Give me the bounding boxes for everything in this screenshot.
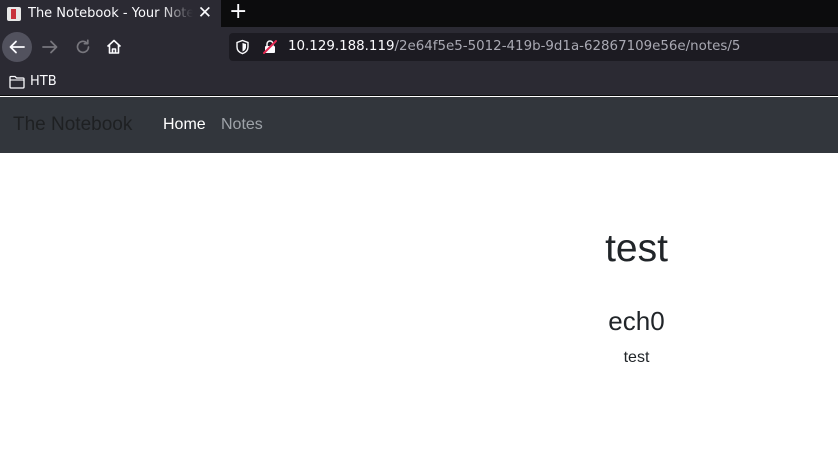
url-host: 10.129.188.119 (288, 39, 395, 54)
back-button[interactable] (2, 32, 32, 62)
browser-tab-active[interactable]: The Notebook - Your Notes ✕ (0, 0, 221, 27)
site-navbar: The Notebook Home Notes (0, 97, 838, 153)
reload-button[interactable] (68, 32, 98, 62)
url-bar[interactable]: 10.129.188.119/2e64f5e5-5012-419b-9d1a-6… (229, 33, 838, 61)
forward-arrow-icon (42, 40, 58, 54)
insecure-lock-icon[interactable] (262, 39, 278, 55)
browser-tab-strip: The Notebook - Your Notes ✕ + (0, 0, 838, 27)
home-button[interactable] (99, 32, 129, 62)
bookmark-label: HTB (30, 74, 57, 89)
notebook-favicon-icon (7, 6, 21, 21)
note-body: test (623, 349, 650, 366)
folder-icon (9, 75, 25, 89)
bookmark-folder-htb[interactable]: HTB (9, 74, 57, 89)
site-brand[interactable]: The Notebook (13, 114, 132, 136)
reload-icon (76, 39, 90, 54)
close-tab-icon[interactable]: ✕ (198, 3, 212, 23)
tracking-shield-icon[interactable] (235, 39, 250, 55)
forward-button[interactable] (35, 32, 65, 62)
new-tab-button[interactable]: + (229, 0, 247, 24)
nav-link-notes[interactable]: Notes (221, 116, 263, 134)
nav-link-home[interactable]: Home (163, 116, 206, 134)
bookmarks-toolbar: HTB (0, 67, 838, 96)
home-icon (106, 39, 122, 54)
url-path: /2e64f5e5-5012-419b-9d1a-62867109e56e/no… (394, 39, 741, 54)
note-author: ech0 (608, 306, 665, 336)
url-text[interactable]: 10.129.188.119/2e64f5e5-5012-419b-9d1a-6… (288, 39, 740, 54)
back-arrow-icon (9, 40, 25, 54)
tab-title: The Notebook - Your Notes (28, 6, 193, 21)
note-title: test (605, 227, 668, 270)
